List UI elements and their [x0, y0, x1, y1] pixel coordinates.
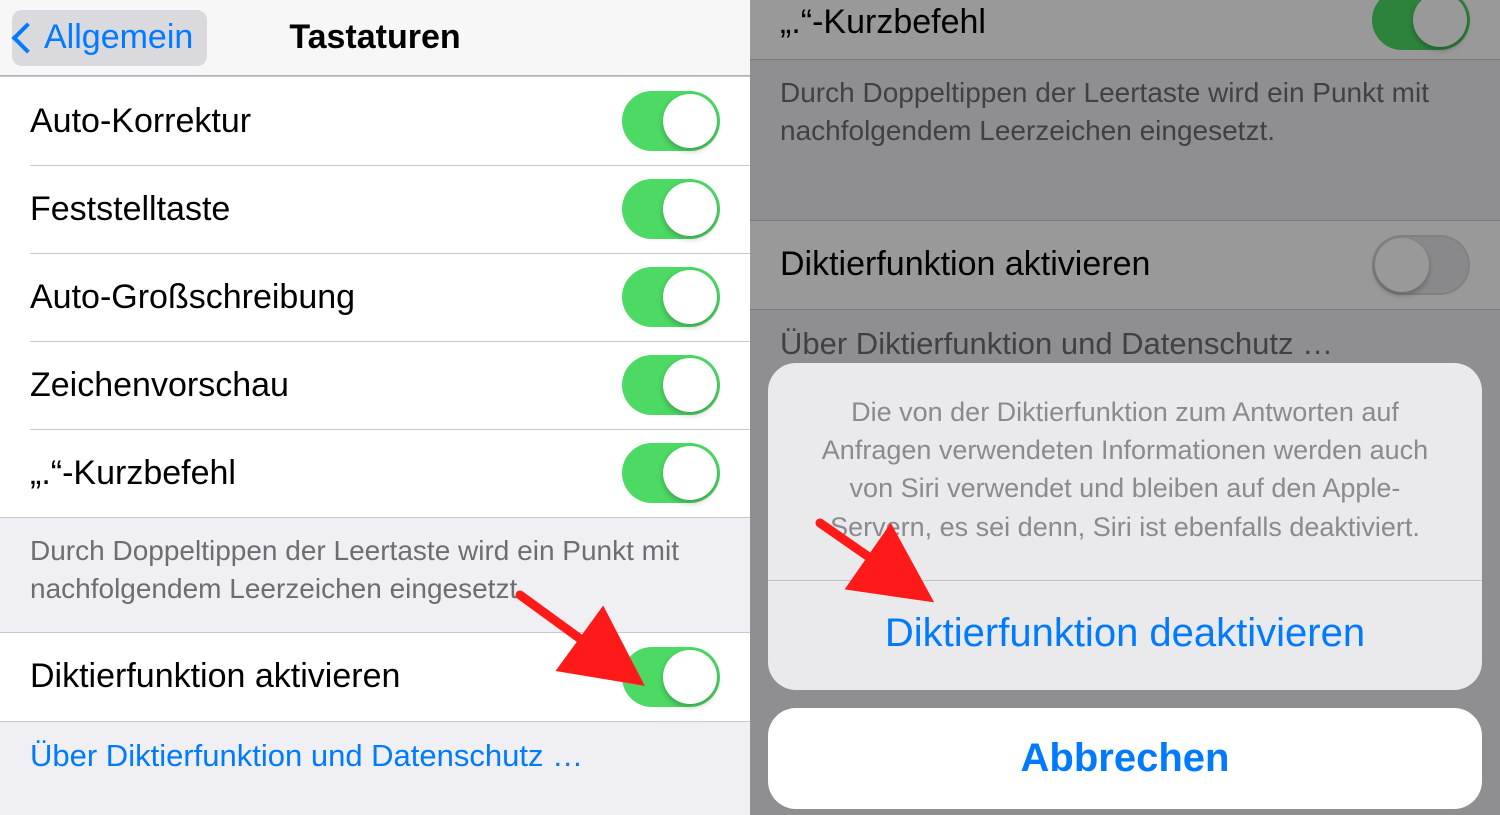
row-label: Auto-Korrektur: [30, 102, 251, 141]
row-auto-capitalize[interactable]: Auto-Großschreibung: [0, 253, 750, 341]
toggle-caps-lock[interactable]: [622, 179, 720, 239]
settings-panel-right: „.“-Kurzbefehl Durch Doppeltippen der Le…: [750, 0, 1500, 815]
toggle-char-preview[interactable]: [622, 355, 720, 415]
row-char-preview[interactable]: Zeichenvorschau: [0, 341, 750, 429]
row-label: Diktierfunktion aktivieren: [30, 657, 400, 696]
confirm-deactivate-button[interactable]: Diktierfunktion deaktivieren: [768, 581, 1482, 690]
action-sheet: Die von der Diktierfunktion zum Antworte…: [768, 363, 1482, 809]
row-label: Zeichenvorschau: [30, 366, 289, 405]
row-dictation[interactable]: Diktierfunktion aktivieren: [0, 633, 750, 721]
row-period-shortcut[interactable]: „.“-Kurzbefehl: [0, 429, 750, 517]
toggle-auto-correct[interactable]: [622, 91, 720, 151]
toggle-dictation[interactable]: [622, 647, 720, 707]
row-label: Auto-Großschreibung: [30, 278, 355, 317]
dictation-privacy-link[interactable]: Über Diktierfunktion und Datenschutz …: [0, 722, 750, 798]
settings-panel-left: Allgemein Tastaturen Auto-Korrektur Fest…: [0, 0, 750, 815]
row-auto-correct[interactable]: Auto-Korrektur: [0, 77, 750, 165]
period-shortcut-footer: Durch Doppeltippen der Leertaste wird ei…: [0, 518, 750, 632]
row-label: Feststelltaste: [30, 190, 230, 229]
nav-header: Allgemein Tastaturen: [0, 0, 750, 76]
toggle-period-shortcut[interactable]: [622, 443, 720, 503]
dictation-group: Diktierfunktion aktivieren: [0, 632, 750, 722]
back-button[interactable]: Allgemein: [12, 10, 207, 66]
action-sheet-message: Die von der Diktierfunktion zum Antworte…: [768, 363, 1482, 580]
row-label: „.“-Kurzbefehl: [30, 454, 236, 493]
cancel-button[interactable]: Abbrechen: [768, 708, 1482, 809]
row-caps-lock[interactable]: Feststelltaste: [0, 165, 750, 253]
keyboard-options-group: Auto-Korrektur Feststelltaste Auto-Großs…: [0, 76, 750, 518]
toggle-auto-capitalize[interactable]: [622, 267, 720, 327]
chevron-left-icon: [11, 22, 42, 53]
back-button-label: Allgemein: [44, 18, 193, 57]
action-sheet-card: Die von der Diktierfunktion zum Antworte…: [768, 363, 1482, 690]
